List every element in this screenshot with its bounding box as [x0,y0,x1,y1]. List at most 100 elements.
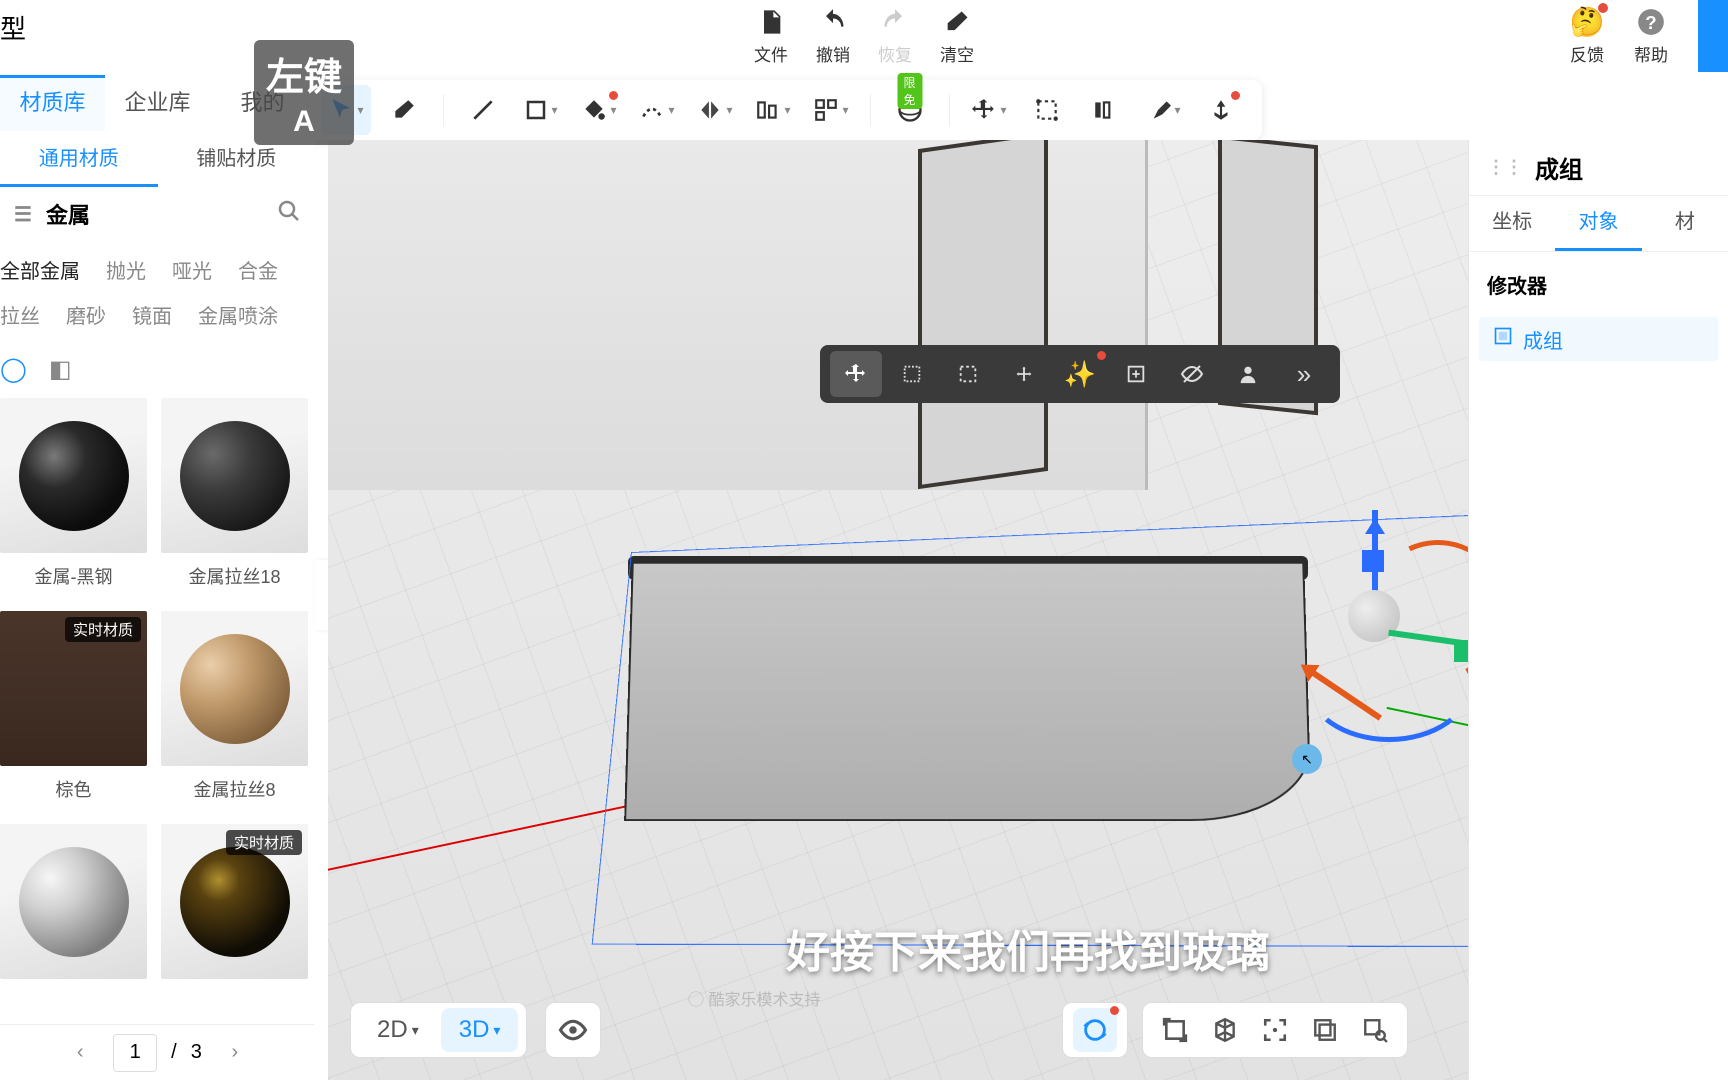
filter-frosted[interactable]: 磨砂 [66,300,106,329]
left-panel: 材质库 企业库 我的 通用材质 铺贴材质 ☰ 金属 全部金属 抛光 哑光 合金 … [0,75,315,1080]
ft-visibility-tool[interactable] [1166,351,1218,397]
help-button[interactable]: ? 帮助 [1634,7,1668,66]
filter-mirror[interactable]: 镜面 [132,300,172,329]
pager-sep: / [171,1041,177,1064]
material-card[interactable]: 实时材质棕色 [0,611,147,810]
feedback-label: 反馈 [1570,41,1604,66]
ft-selection-tool[interactable] [942,351,994,397]
layers-tool[interactable] [1303,1008,1347,1052]
modifier-label: 成组 [1523,325,1563,354]
material-card[interactable]: 金属拉丝18 [161,398,308,597]
fill-tool[interactable]: ▾ [574,85,624,135]
material-sphere [19,847,129,957]
separator [443,94,444,126]
material-thumbnail [161,611,308,766]
separator [949,94,950,126]
pager-prev[interactable]: ‹ [61,1034,99,1072]
material-label: 棕色 [0,766,147,810]
feedback-button[interactable]: 🤔 反馈 [1570,7,1604,66]
visibility-toggle[interactable] [545,1002,601,1058]
top-right-group: 🤔 反馈 ? 帮助 [1570,0,1728,72]
grid-view-icon[interactable]: ◯ [0,355,27,384]
list-icon: ☰ [14,202,32,227]
curve-tool[interactable]: ▾ [632,85,682,135]
align-tool[interactable]: ▾ [748,85,798,135]
material-thumbnail: 实时材质 [161,824,308,979]
ft-move-tool[interactable] [830,351,882,397]
ft-scale-tool[interactable] [886,351,938,397]
filter-brushed[interactable]: 拉丝 [0,300,40,329]
clear-button[interactable]: 清空 [940,7,974,66]
ft-magic-tool[interactable]: ✨ [1054,351,1106,397]
cube-tool[interactable] [1203,1008,1247,1052]
primary-cta-button[interactable] [1698,0,1728,72]
filter-alloy[interactable]: 合金 [238,255,278,284]
orbit-tool[interactable] [1073,1008,1117,1052]
filter-all-metal[interactable]: 全部金属 [0,255,80,284]
measure-tool[interactable] [1080,85,1130,135]
view-2d-button[interactable]: 2D▾ [359,1008,437,1052]
move-tool[interactable]: ▾ [964,85,1014,135]
eraser-tool[interactable] [379,85,429,135]
anchor-tool[interactable] [1196,85,1246,135]
right-panel-tabs: 坐标 对象 材 [1469,196,1728,252]
help-icon: ? [1637,7,1665,37]
material-sphere [180,634,290,744]
svg-text:?: ? [1645,12,1656,33]
material-label: 金属拉丝8 [161,766,308,810]
line-tool[interactable] [458,85,508,135]
rect-tool[interactable]: ▾ [516,85,566,135]
clear-label: 清空 [940,41,974,66]
tab-enterprise-lib[interactable]: 企业库 [105,75,210,131]
right-panel: ⋮⋮ 成组 坐标 对象 材 修改器 成组 [1468,140,1728,1080]
view-mode-toggle: 2D▾ 3D▾ [350,1002,527,1058]
filter-spray[interactable]: 金属喷涂 [198,300,278,329]
search-model-tool[interactable] [1353,1008,1397,1052]
undo-button[interactable]: 撤销 [816,7,850,66]
eraser-icon [943,7,971,37]
material-label: 金属-黑钢 [0,553,147,597]
swatch-view-icon[interactable]: ◧ [49,355,72,384]
filter-icon-row: ◯ ◧ [0,337,315,398]
array-tool[interactable]: ▾ [806,85,856,135]
brush-tool[interactable]: ▾ [1138,85,1188,135]
material-thumbnail [0,398,147,553]
ft-add-tool[interactable] [1110,351,1162,397]
material-sphere [19,421,129,531]
scale-tool[interactable] [1022,85,1072,135]
material-card[interactable]: 实时材质 [161,824,308,997]
filter-polished[interactable]: 抛光 [106,255,146,284]
tab-coordinate[interactable]: 坐标 [1469,196,1555,251]
filter-matte[interactable]: 哑光 [172,255,212,284]
ft-user-tool[interactable] [1222,351,1274,397]
feedback-icon: 🤔 [1572,7,1602,37]
ft-pan-tool[interactable] [998,351,1050,397]
free-sphere-tool[interactable]: 限免 [885,85,935,135]
mirror-tool[interactable]: ▾ [690,85,740,135]
search-icon[interactable] [277,199,301,230]
ft-more-tool[interactable]: » [1278,351,1330,397]
material-label [0,979,147,997]
redo-button: 恢复 [878,7,912,66]
category-header[interactable]: ☰ 金属 [0,187,315,241]
modifier-group-item[interactable]: 成组 [1479,317,1718,361]
help-label: 帮助 [1634,41,1668,66]
file-menu[interactable]: 文件 [754,7,788,66]
view-3d-button[interactable]: 3D▾ [441,1008,519,1052]
material-label: 金属拉丝18 [161,553,308,597]
drag-handle-icon[interactable]: ⋮⋮ [1487,157,1523,178]
cursor-indicator: ↖ [1292,744,1322,774]
tab-material[interactable]: 材 [1642,196,1728,251]
material-card[interactable]: 金属拉丝8 [161,611,308,810]
material-card[interactable] [0,824,147,997]
tab-material-lib[interactable]: 材质库 [0,75,105,131]
pager-next[interactable]: › [216,1034,254,1072]
subtab-general[interactable]: 通用材质 [0,131,158,187]
counter-model[interactable] [628,560,1308,890]
material-card[interactable]: 金属-黑钢 [0,398,147,597]
focus-tool[interactable] [1253,1008,1297,1052]
tab-object[interactable]: 对象 [1555,196,1641,251]
pager-current[interactable]: 1 [113,1034,157,1072]
file-icon [757,7,785,37]
frame-tool[interactable] [1153,1008,1197,1052]
